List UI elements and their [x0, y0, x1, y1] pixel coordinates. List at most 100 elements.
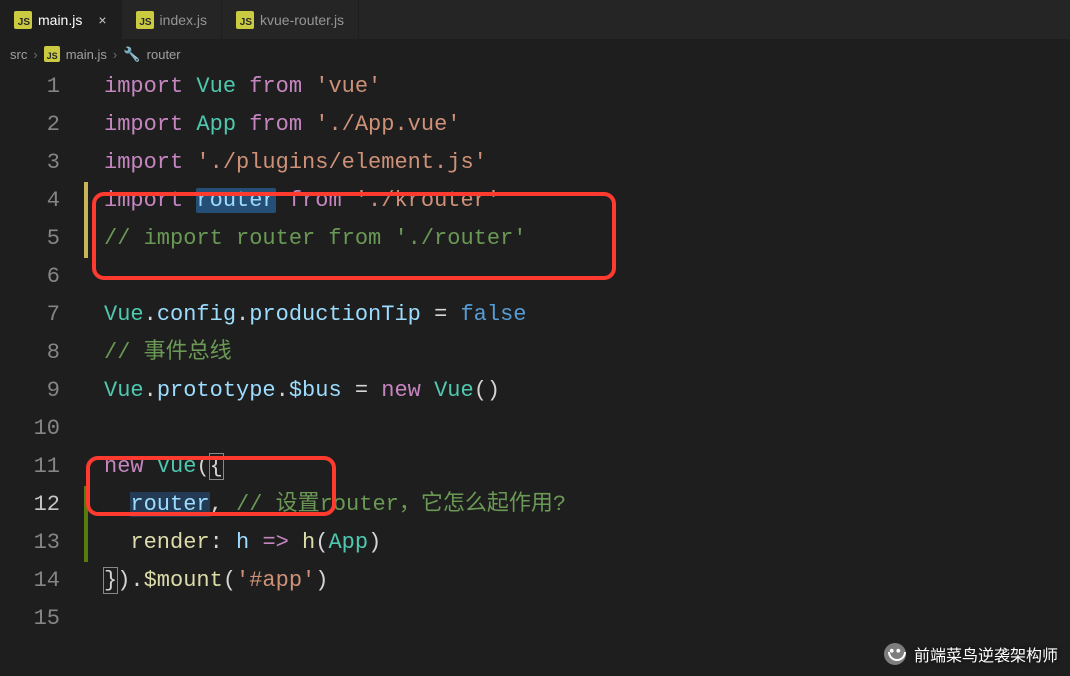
watermark-text: 前端菜鸟逆袭架构师 — [914, 642, 1058, 666]
code-token — [276, 188, 289, 213]
code-line[interactable]: 11new Vue({ — [0, 448, 1070, 486]
chevron-right-icon: › — [113, 47, 117, 62]
code-token: h — [302, 530, 315, 555]
code-token: render — [130, 530, 209, 555]
code-token: Vue — [104, 378, 144, 403]
code-token: new — [104, 454, 144, 479]
code-content[interactable]: import Vue from 'vue' — [80, 68, 381, 106]
code-line[interactable]: 12 router, // 设置router，它怎么起作用? — [0, 486, 1070, 524]
breadcrumb-item[interactable]: router — [147, 47, 181, 62]
code-content[interactable]: // import router from './router' — [80, 220, 526, 258]
code-token: { — [209, 453, 224, 480]
code-token: ( — [315, 530, 328, 555]
code-line[interactable]: 2import App from './App.vue' — [0, 106, 1070, 144]
code-token: $mount — [144, 568, 223, 593]
chevron-right-icon: › — [33, 47, 37, 62]
line-number: 8 — [0, 334, 80, 372]
code-token: . — [236, 302, 249, 327]
js-file-icon: JS — [136, 11, 154, 29]
code-line[interactable]: 15 — [0, 600, 1070, 638]
tab-main-js[interactable]: JS main.js × — [0, 0, 122, 39]
code-content[interactable]: Vue.config.productionTip = false — [80, 296, 527, 334]
code-token: ) — [368, 530, 381, 555]
line-number: 2 — [0, 106, 80, 144]
code-token: router — [196, 188, 275, 213]
code-line[interactable]: 1import Vue from 'vue' — [0, 68, 1070, 106]
modified-bar — [84, 486, 88, 562]
code-content[interactable]: render: h => h(App) — [80, 524, 381, 562]
code-line[interactable]: 14}).$mount('#app') — [0, 562, 1070, 600]
code-token: // 事件总线 — [104, 340, 232, 365]
line-number: 12 — [0, 486, 80, 524]
code-content[interactable]: Vue.prototype.$bus = new Vue() — [80, 372, 500, 410]
code-token — [223, 530, 236, 555]
watermark: 前端菜鸟逆袭架构师 — [884, 642, 1058, 666]
code-token — [223, 492, 236, 517]
code-content[interactable]: import './plugins/element.js' — [80, 144, 487, 182]
code-token: // import router from './router' — [104, 226, 526, 251]
code-token: () — [474, 378, 500, 403]
code-token: router — [130, 492, 209, 517]
line-number: 5 — [0, 220, 80, 258]
code-token: ) — [117, 568, 130, 593]
code-token: import — [104, 112, 183, 137]
code-token: import — [104, 188, 183, 213]
code-token — [144, 454, 157, 479]
code-content[interactable]: new Vue({ — [80, 448, 223, 486]
breadcrumb-item[interactable]: src — [10, 47, 27, 62]
code-token — [236, 74, 249, 99]
code-token: false — [460, 302, 526, 327]
code-token: './krouter' — [355, 188, 500, 213]
line-number: 10 — [0, 410, 80, 448]
code-token: 'vue' — [315, 74, 381, 99]
code-token: // 设置router，它怎么起作用? — [236, 492, 566, 517]
tab-label: kvue-router.js — [260, 12, 344, 28]
code-line[interactable]: 9Vue.prototype.$bus = new Vue() — [0, 372, 1070, 410]
code-token — [302, 112, 315, 137]
code-line[interactable]: 7Vue.config.productionTip = false — [0, 296, 1070, 334]
code-token: config — [157, 302, 236, 327]
code-token: ( — [196, 454, 209, 479]
line-number: 9 — [0, 372, 80, 410]
line-number: 13 — [0, 524, 80, 562]
code-token: } — [103, 567, 118, 594]
code-token — [183, 150, 196, 175]
line-number: 11 — [0, 448, 80, 486]
code-line[interactable]: 5 // import router from './router' — [0, 220, 1070, 258]
code-line[interactable]: 8 // 事件总线 — [0, 334, 1070, 372]
code-line[interactable]: 4import router from './krouter' — [0, 182, 1070, 220]
code-token: import — [104, 74, 183, 99]
tab-label: main.js — [38, 12, 82, 28]
breadcrumb-item[interactable]: main.js — [66, 47, 107, 62]
code-token — [421, 378, 434, 403]
code-line[interactable]: 10 — [0, 410, 1070, 448]
code-token: . — [130, 568, 143, 593]
code-token: Vue — [104, 302, 144, 327]
code-content[interactable]: router, // 设置router，它怎么起作用? — [80, 486, 566, 524]
code-token: Vue — [434, 378, 474, 403]
code-line[interactable]: 6 — [0, 258, 1070, 296]
code-token: ( — [223, 568, 236, 593]
code-line[interactable]: 13 render: h => h(App) — [0, 524, 1070, 562]
code-content[interactable]: // 事件总线 — [80, 334, 232, 372]
code-token: './App.vue' — [315, 112, 460, 137]
code-editor[interactable]: 1import Vue from 'vue'2import App from '… — [0, 68, 1070, 638]
line-number: 1 — [0, 68, 80, 106]
code-token — [183, 188, 196, 213]
code-token: = — [421, 302, 461, 327]
code-token: new — [381, 378, 421, 403]
code-content[interactable]: import router from './krouter' — [80, 182, 500, 220]
code-token: ) — [315, 568, 328, 593]
modified-bar — [84, 182, 88, 258]
tab-index-js[interactable]: JS index.js — [122, 0, 222, 39]
code-content[interactable]: import App from './App.vue' — [80, 106, 460, 144]
code-content[interactable]: }).$mount('#app') — [80, 562, 328, 600]
code-token: App — [196, 112, 236, 137]
code-line[interactable]: 3import './plugins/element.js' — [0, 144, 1070, 182]
code-token: App — [328, 530, 368, 555]
tab-kvue-router-js[interactable]: JS kvue-router.js — [222, 0, 359, 39]
close-icon[interactable]: × — [98, 13, 106, 27]
code-token: from — [249, 74, 302, 99]
code-token — [183, 112, 196, 137]
code-token — [342, 188, 355, 213]
